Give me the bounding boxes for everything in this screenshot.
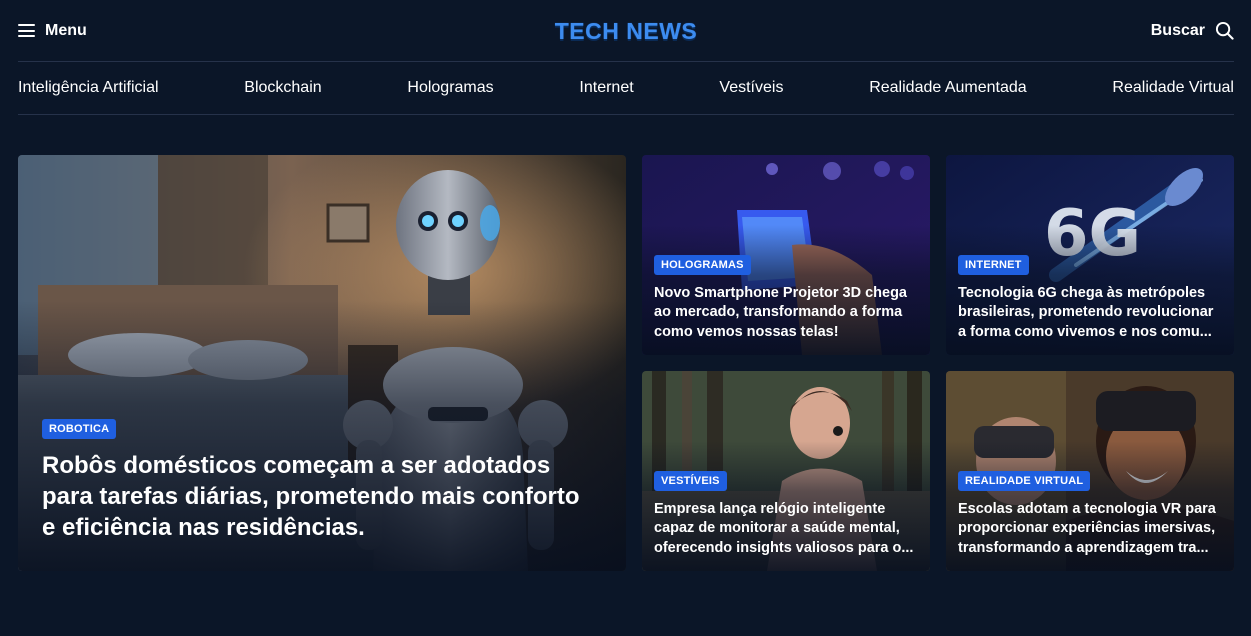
site-logo[interactable]: TECH NEWS xyxy=(555,18,698,45)
article-title[interactable]: Escolas adotam a tecnologia VR para prop… xyxy=(958,500,1222,559)
article-content: VESTÍVEIS Empresa lança relógio intelige… xyxy=(654,470,918,559)
nav-item-inteligencia-artificial[interactable]: Inteligência Artificial xyxy=(18,79,159,97)
featured-article-card[interactable]: ROBOTICA Robôs domésticos começam a ser … xyxy=(18,155,626,571)
nav-item-blockchain[interactable]: Blockchain xyxy=(244,79,321,97)
article-title[interactable]: Empresa lança relógio inteligente capaz … xyxy=(654,500,918,559)
search-label: Buscar xyxy=(1150,21,1205,39)
article-content: REALIDADE VIRTUAL Escolas adotam a tecno… xyxy=(958,470,1222,559)
category-badge[interactable]: REALIDADE VIRTUAL xyxy=(958,470,1091,491)
category-badge[interactable]: VESTÍVEIS xyxy=(654,470,727,491)
category-badge[interactable]: HOLOGRAMAS xyxy=(654,254,751,275)
nav-item-internet[interactable]: Internet xyxy=(579,79,633,97)
article-content: HOLOGRAMAS Novo Smartphone Projetor 3D c… xyxy=(654,254,918,343)
search-button[interactable]: Buscar xyxy=(1151,21,1234,40)
featured-article-content: ROBOTICA Robôs domésticos começam a ser … xyxy=(42,419,586,543)
nav-item-realidade-aumentada[interactable]: Realidade Aumentada xyxy=(869,79,1026,97)
category-badge[interactable]: ROBOTICA xyxy=(42,419,117,439)
article-title[interactable]: Tecnologia 6G chega às metrópoles brasil… xyxy=(958,284,1222,343)
search-icon xyxy=(1215,21,1234,40)
menu-button[interactable]: Menu xyxy=(18,22,87,40)
article-title[interactable]: Novo Smartphone Projetor 3D chega ao mer… xyxy=(654,284,918,343)
site-header: Menu TECH NEWS Buscar xyxy=(18,0,1234,62)
hamburger-icon xyxy=(18,24,35,37)
nav-item-vestiveis[interactable]: Vestíveis xyxy=(719,79,783,97)
category-nav: Inteligência Artificial Blockchain Holog… xyxy=(18,62,1234,115)
article-card[interactable]: HOLOGRAMAS Novo Smartphone Projetor 3D c… xyxy=(642,155,930,355)
menu-label: Menu xyxy=(45,21,87,39)
nav-item-hologramas[interactable]: Hologramas xyxy=(407,79,493,97)
article-card[interactable]: 6G INTERNET Tecnologia 6G chega às metró… xyxy=(946,155,1234,355)
article-content: INTERNET Tecnologia 6G chega às metrópol… xyxy=(958,254,1222,343)
article-card[interactable]: REALIDADE VIRTUAL Escolas adotam a tecno… xyxy=(946,371,1234,571)
nav-item-realidade-virtual[interactable]: Realidade Virtual xyxy=(1112,79,1234,97)
featured-article-title[interactable]: Robôs domésticos começam a ser adotados … xyxy=(42,450,586,543)
article-card[interactable]: VESTÍVEIS Empresa lança relógio intelige… xyxy=(642,371,930,571)
category-badge[interactable]: INTERNET xyxy=(958,254,1029,275)
